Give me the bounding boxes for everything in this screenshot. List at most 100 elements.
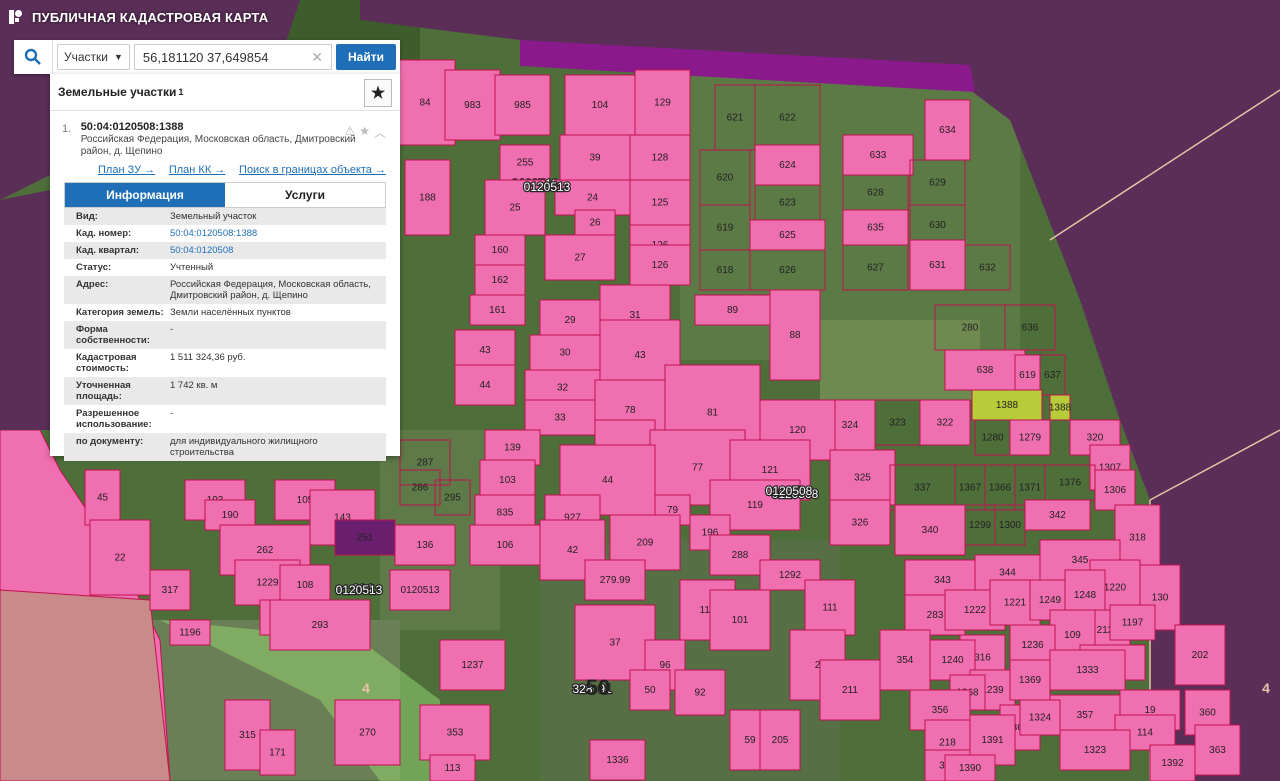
parcel[interactable]: 211: [819, 659, 881, 721]
find-button[interactable]: Найти: [336, 44, 396, 70]
parcel[interactable]: 293: [269, 599, 371, 651]
parcel[interactable]: 108: [279, 564, 331, 606]
parcel[interactable]: 317: [149, 569, 191, 611]
parcel[interactable]: 50: [629, 669, 671, 711]
favorite-button[interactable]: ★: [364, 79, 392, 107]
plan-kk-link[interactable]: План КК →: [169, 164, 225, 176]
parcel[interactable]: 188: [404, 159, 451, 236]
parcel[interactable]: 1306: [1094, 469, 1136, 511]
search-type-select[interactable]: Участки ▼: [57, 44, 130, 70]
warning-icon[interactable]: ⚠: [344, 124, 355, 141]
parcel[interactable]: 1196: [169, 619, 211, 646]
parcel[interactable]: 631: [909, 239, 966, 291]
parcel[interactable]: 270: [334, 699, 401, 766]
parcel[interactable]: 624: [754, 144, 821, 186]
selected-parcel[interactable]: 1388: [1049, 394, 1072, 421]
parcel[interactable]: 162: [474, 264, 526, 296]
parcel[interactable]: 635: [842, 209, 909, 246]
parcel[interactable]: 113: [429, 754, 476, 781]
parcel-label: 1248: [1074, 590, 1097, 601]
parcel-label: 354: [897, 655, 914, 666]
search-icon[interactable]: [14, 40, 53, 74]
parcel[interactable]: 326: [829, 499, 891, 546]
parcel[interactable]: 89: [694, 294, 771, 326]
parcel[interactable]: 1324: [1019, 699, 1061, 736]
parcel[interactable]: 325: [829, 449, 896, 506]
parcel[interactable]: 106: [469, 524, 541, 566]
parcel[interactable]: 340: [894, 504, 966, 556]
parcel[interactable]: 1336: [589, 739, 646, 781]
parcel[interactable]: 279.99: [584, 559, 646, 601]
parcel[interactable]: 342: [1024, 499, 1091, 531]
parcel[interactable]: 161: [469, 294, 526, 326]
parcel[interactable]: 625: [749, 219, 826, 251]
parcel-label: 637: [1044, 370, 1061, 381]
parcel[interactable]: 353: [419, 704, 491, 761]
parcel[interactable]: 92: [674, 669, 726, 716]
parcel[interactable]: 125: [629, 179, 691, 226]
parcel[interactable]: 29: [539, 299, 601, 341]
parcel[interactable]: 1240: [929, 639, 976, 681]
search-within-link[interactable]: Поиск в границах объекта →: [239, 164, 386, 176]
parcel[interactable]: 354: [879, 629, 931, 691]
selected-parcel[interactable]: 1388: [971, 389, 1043, 421]
results-panel: Земельные участки 1 ★ ⚠ ★ ︿ 1. 50:04:012…: [50, 74, 400, 461]
parcel[interactable]: 0120513: [389, 569, 451, 611]
parcel[interactable]: 126: [629, 244, 691, 286]
parcel[interactable]: 633: [842, 134, 914, 176]
info-key: Форма собственности:: [76, 324, 150, 346]
parcel[interactable]: 22: [89, 519, 151, 596]
parcel[interactable]: 129: [634, 69, 691, 136]
chevron-up-icon[interactable]: ︿: [374, 124, 386, 141]
plan-zu-link[interactable]: План ЗУ →: [98, 164, 155, 176]
parcel[interactable]: 104: [564, 74, 636, 136]
parcel[interactable]: 44: [454, 364, 516, 406]
parcel[interactable]: 1279: [1009, 419, 1051, 456]
parcel[interactable]: 103: [479, 459, 536, 501]
parcel[interactable]: 30: [529, 334, 601, 371]
info-value[interactable]: 50:04:0120508: [170, 245, 386, 256]
parcel[interactable]: 983: [444, 69, 501, 141]
parcel[interactable]: 1197: [1109, 604, 1156, 641]
parcel[interactable]: 1236: [1009, 624, 1056, 666]
parcel[interactable]: 1323: [1059, 729, 1131, 771]
parcel-label: 1236: [1021, 640, 1044, 651]
search-input[interactable]: 56,181120 37,649854 ✕: [133, 44, 333, 70]
star-icon[interactable]: ★: [359, 124, 370, 141]
parcel[interactable]: 26: [574, 209, 616, 236]
tab-services[interactable]: Услуги: [225, 183, 385, 207]
parcel[interactable]: 1369: [1009, 659, 1051, 701]
parcel[interactable]: 638: [944, 349, 1026, 391]
parcel[interactable]: 1237: [439, 639, 506, 691]
parcel[interactable]: 985: [494, 74, 551, 136]
parcel[interactable]: 136: [394, 524, 456, 566]
parcel-label: 37: [609, 638, 621, 649]
parcel[interactable]: 171: [259, 729, 296, 776]
parcel[interactable]: 45: [84, 469, 121, 526]
info-key: Категория земель:: [76, 307, 164, 318]
parcel[interactable]: 205: [759, 709, 801, 771]
info-value[interactable]: 50:04:0120508:1388: [170, 228, 386, 239]
parcel[interactable]: 322: [919, 399, 971, 446]
parcel[interactable]: 37: [574, 604, 656, 681]
parcel[interactable]: 251: [334, 519, 396, 556]
close-icon[interactable]: ✕: [311, 49, 323, 66]
tab-info[interactable]: Информация: [65, 183, 225, 207]
parcel[interactable]: 1392: [1149, 744, 1196, 781]
parcel[interactable]: 1333: [1049, 649, 1126, 691]
parcel[interactable]: 43: [454, 329, 516, 371]
parcel[interactable]: 27: [544, 234, 616, 281]
parcel[interactable]: 202: [1174, 624, 1226, 686]
parcel[interactable]: 128: [629, 134, 691, 181]
parcel[interactable]: 101: [709, 589, 771, 651]
parcel[interactable]: 619: [1014, 354, 1041, 396]
parcel[interactable]: 88: [769, 289, 821, 381]
parcel[interactable]: 363: [1194, 724, 1241, 776]
result-cadastral-number[interactable]: 50:04:0120508:1388: [81, 121, 386, 133]
parcel[interactable]: 255: [499, 144, 551, 181]
parcel[interactable]: 160: [474, 234, 526, 266]
parcel[interactable]: 634: [924, 99, 971, 161]
parcel[interactable]: 111: [804, 579, 856, 636]
parcel[interactable]: 1390: [944, 754, 996, 781]
parcel[interactable]: 39: [559, 134, 631, 181]
